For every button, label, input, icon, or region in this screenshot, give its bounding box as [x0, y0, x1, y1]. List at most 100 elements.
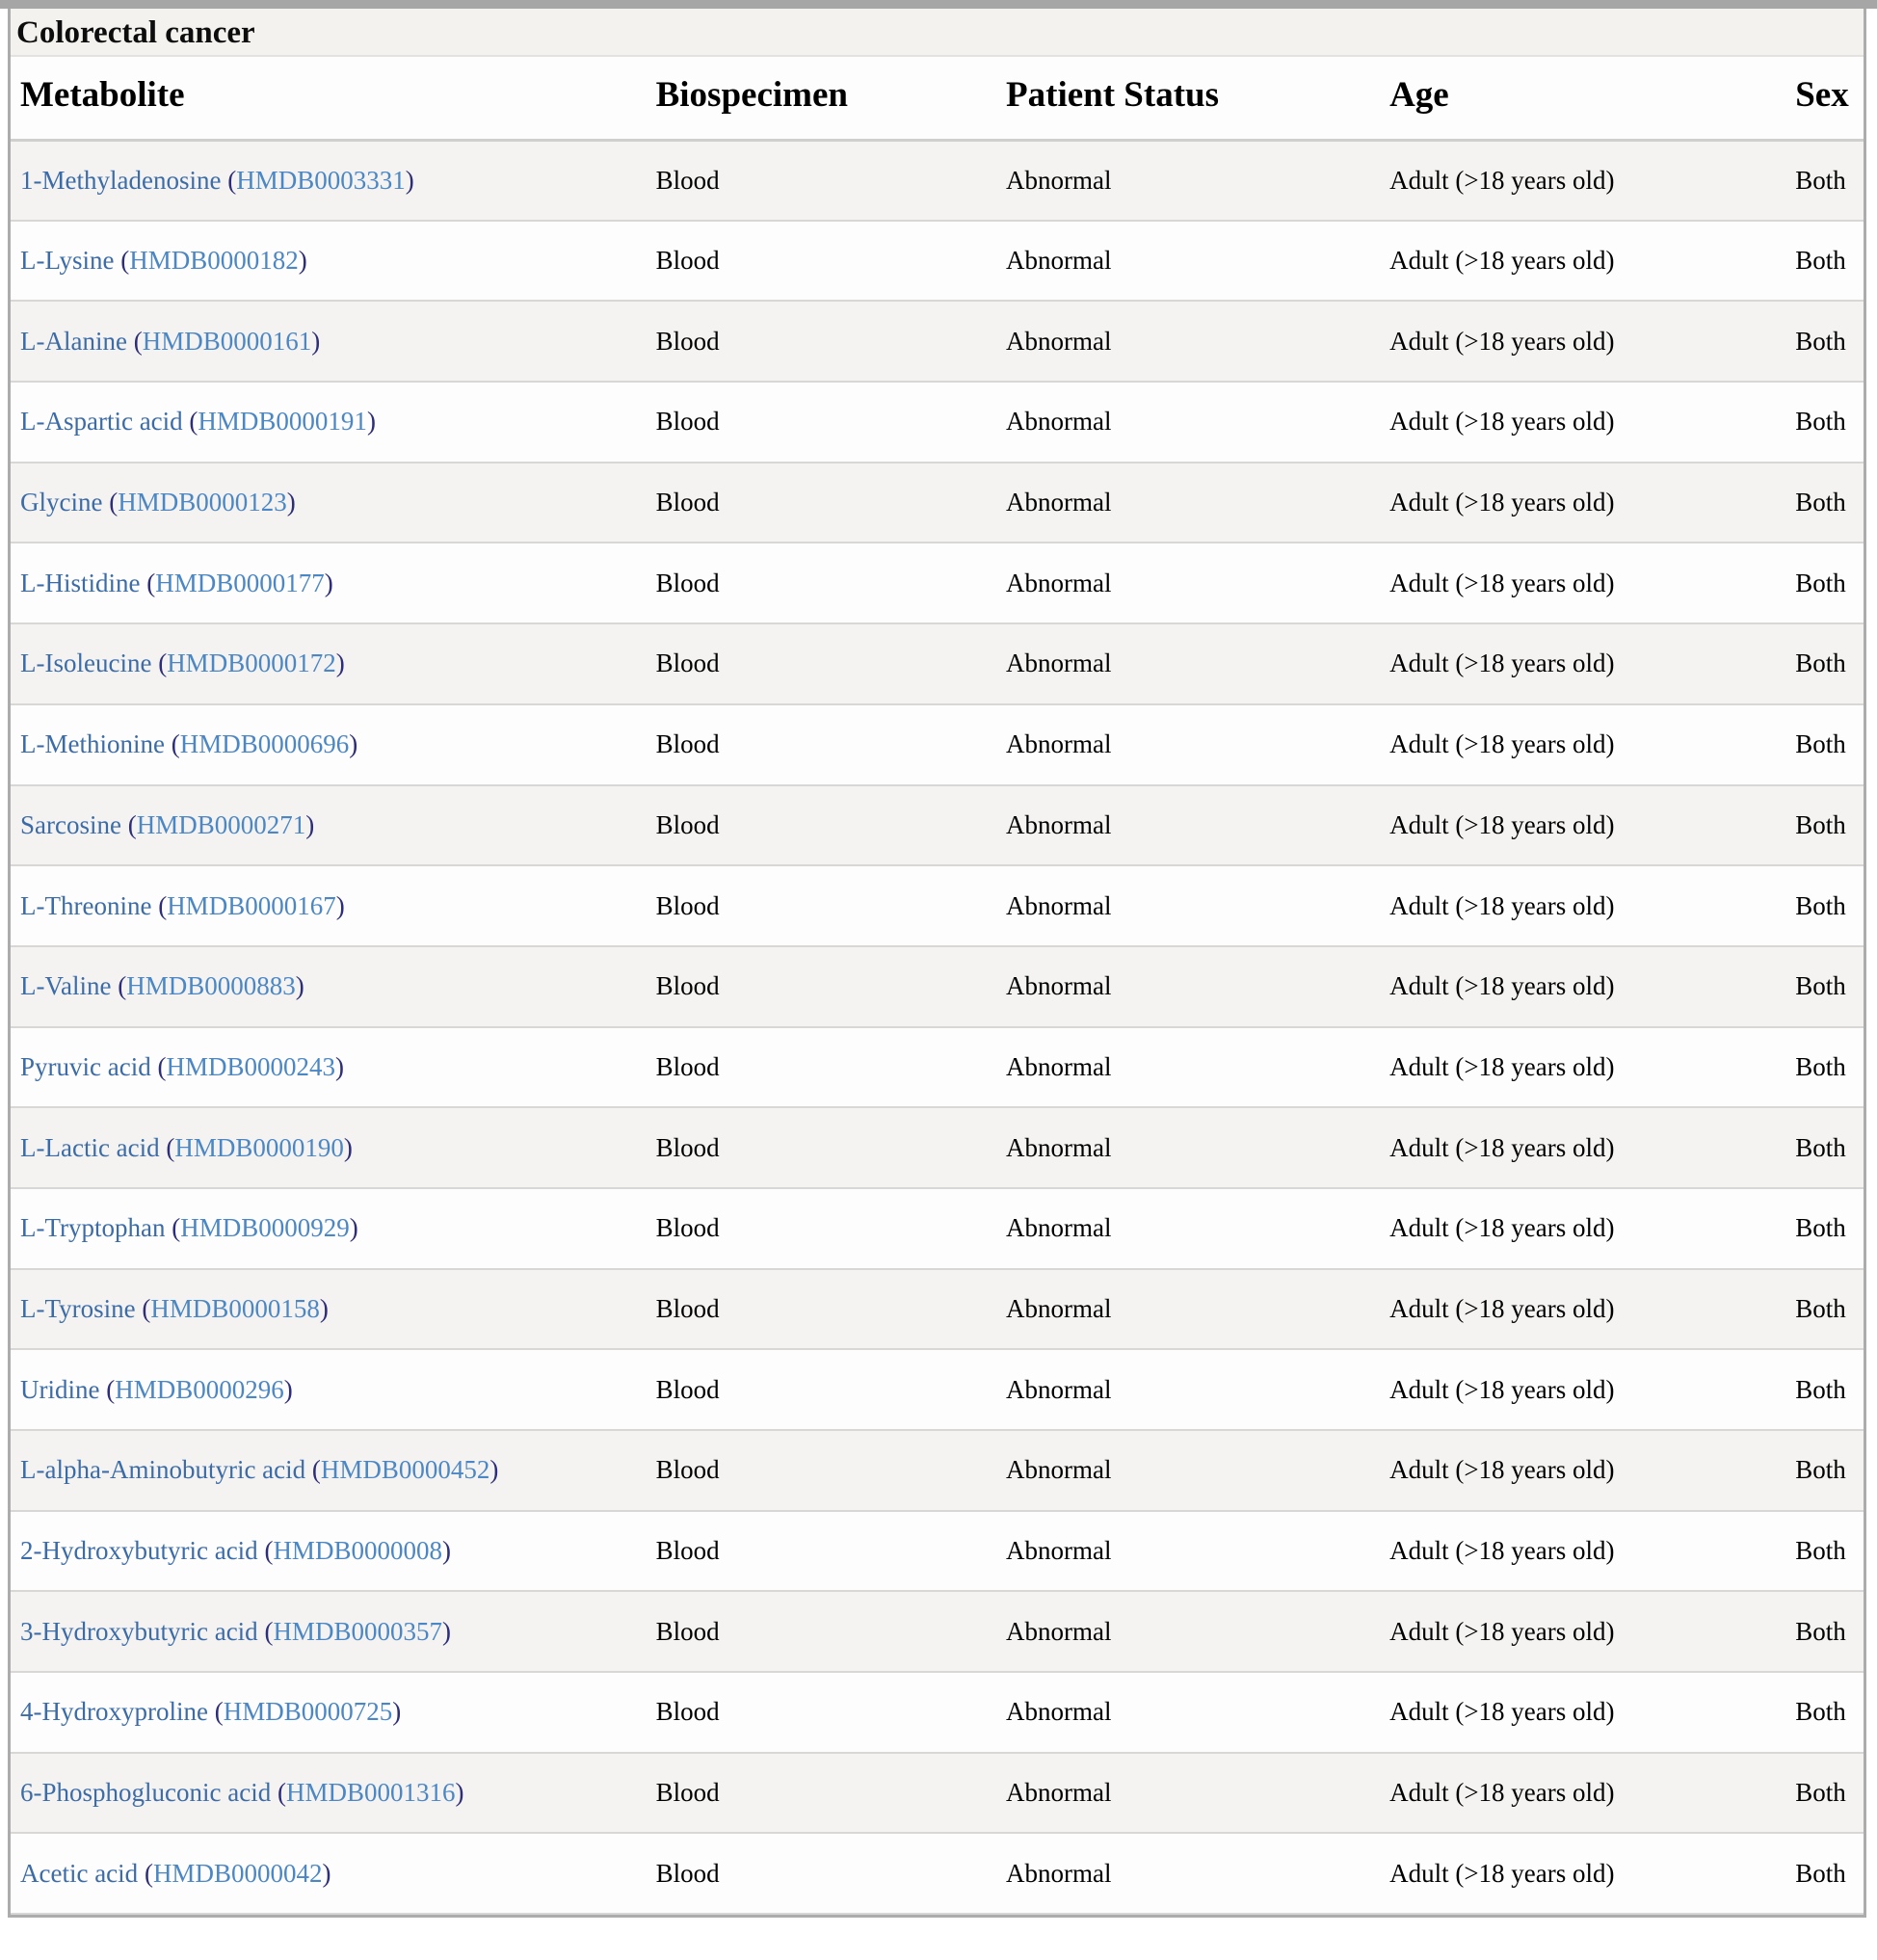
- metabolite-link[interactable]: L-Valine: [20, 971, 111, 1000]
- metabolite-link[interactable]: 1-Methyladenosine: [20, 166, 221, 195]
- metabolite-link[interactable]: L-Tryptophan: [20, 1213, 166, 1242]
- metabolite-link[interactable]: L-Lactic acid: [20, 1133, 160, 1162]
- sex-cell: Both: [1785, 785, 1864, 866]
- metabolite-link[interactable]: Sarcosine: [20, 810, 121, 839]
- metabolites-table: Metabolite Biospecimen Patient Status Ag…: [11, 57, 1864, 1915]
- table-row: Uridine (HMDB0000296) Blood Abnormal Adu…: [11, 1349, 1864, 1430]
- metabolite-link[interactable]: L-Methionine: [20, 729, 165, 758]
- metabolite-link[interactable]: L-Threonine: [20, 891, 151, 920]
- metabolite-cell: L-Tryptophan (HMDB0000929): [11, 1188, 647, 1269]
- hmdb-accession-link[interactable]: HMDB0000929: [180, 1213, 350, 1242]
- hmdb-accession-link[interactable]: HMDB0000191: [198, 407, 367, 436]
- metabolite-link[interactable]: L-alpha-Aminobutyric acid: [20, 1455, 305, 1484]
- sex-cell: Both: [1785, 1027, 1864, 1108]
- biospecimen-cell: Blood: [647, 1188, 996, 1269]
- hmdb-accession-link[interactable]: HMDB0000167: [167, 891, 336, 920]
- biospecimen-cell: Blood: [647, 543, 996, 623]
- metabolite-cell: Acetic acid (HMDB0000042): [11, 1833, 647, 1914]
- metabolite-link[interactable]: 4-Hydroxyproline: [20, 1697, 208, 1726]
- metabolite-cell: L-Lactic acid (HMDB0000190): [11, 1107, 647, 1188]
- paren-close: ): [305, 810, 314, 839]
- hmdb-accession-link[interactable]: HMDB0000190: [174, 1133, 344, 1162]
- hmdb-accession-link[interactable]: HMDB0000696: [180, 729, 350, 758]
- age-cell: Adult (>18 years old): [1380, 1833, 1785, 1914]
- patient-status-cell: Abnormal: [996, 1430, 1380, 1511]
- hmdb-accession-link[interactable]: HMDB0000172: [167, 649, 336, 677]
- hmdb-accession-link[interactable]: HMDB0000161: [143, 327, 312, 356]
- hmdb-accession-link[interactable]: HMDB0000042: [153, 1859, 323, 1888]
- top-border-strip: [0, 0, 1877, 9]
- paren-close: ): [322, 1859, 330, 1888]
- metabolite-link[interactable]: Glycine: [20, 488, 102, 516]
- biospecimen-cell: Blood: [647, 785, 996, 866]
- paren-close: ): [350, 1213, 358, 1242]
- age-cell: Adult (>18 years old): [1380, 946, 1785, 1027]
- hmdb-accession-link[interactable]: HMDB0000271: [137, 810, 306, 839]
- hmdb-accession-link[interactable]: HMDB0000177: [155, 569, 325, 597]
- patient-status-cell: Abnormal: [996, 543, 1380, 623]
- metabolite-cell: L-Valine (HMDB0000883): [11, 946, 647, 1027]
- hmdb-accession-link[interactable]: HMDB0000883: [126, 971, 296, 1000]
- metabolite-link[interactable]: Acetic acid: [20, 1859, 138, 1888]
- paren-close: ): [325, 569, 333, 597]
- metabolite-cell: 1-Methyladenosine (HMDB0003331): [11, 140, 647, 221]
- age-cell: Adult (>18 years old): [1380, 382, 1785, 463]
- metabolite-link[interactable]: 3-Hydroxybutyric acid: [20, 1617, 258, 1646]
- hmdb-accession-link[interactable]: HMDB0001316: [286, 1778, 456, 1807]
- biospecimen-cell: Blood: [647, 1753, 996, 1834]
- paren-close: ): [344, 1133, 353, 1162]
- metabolite-link[interactable]: L-Histidine: [20, 569, 140, 597]
- metabolite-link[interactable]: L-Aspartic acid: [20, 407, 183, 436]
- sex-cell: Both: [1785, 382, 1864, 463]
- biospecimen-cell: Blood: [647, 865, 996, 946]
- hmdb-accession-link[interactable]: HMDB0003331: [236, 166, 406, 195]
- metabolite-link[interactable]: L-Alanine: [20, 327, 127, 356]
- metabolite-cell: 2-Hydroxybutyric acid (HMDB0000008): [11, 1511, 647, 1592]
- metabolite-link[interactable]: Pyruvic acid: [20, 1052, 151, 1081]
- age-cell: Adult (>18 years old): [1380, 1672, 1785, 1753]
- metabolite-link[interactable]: L-Tyrosine: [20, 1294, 136, 1323]
- hmdb-accession-link[interactable]: HMDB0000725: [224, 1697, 393, 1726]
- hmdb-accession-link[interactable]: HMDB0000182: [129, 246, 299, 275]
- hmdb-accession-link[interactable]: HMDB0000158: [150, 1294, 320, 1323]
- table-row: L-Tyrosine (HMDB0000158) Blood Abnormal …: [11, 1269, 1864, 1350]
- metabolite-cell: Sarcosine (HMDB0000271): [11, 785, 647, 866]
- hmdb-accession-link[interactable]: HMDB0000296: [115, 1375, 284, 1404]
- hmdb-accession-link[interactable]: HMDB0000357: [273, 1617, 442, 1646]
- hmdb-accession-link[interactable]: HMDB0000008: [273, 1536, 442, 1565]
- metabolite-link[interactable]: L-Isoleucine: [20, 649, 151, 677]
- hmdb-accession-link[interactable]: HMDB0000123: [118, 488, 287, 516]
- biospecimen-cell: Blood: [647, 1672, 996, 1753]
- disease-metabolites-table: Colorectal cancer Metabolite Biospecimen…: [8, 9, 1866, 1918]
- table-row: L-Threonine (HMDB0000167) Blood Abnormal…: [11, 865, 1864, 946]
- biospecimen-cell: Blood: [647, 1833, 996, 1914]
- patient-status-cell: Abnormal: [996, 785, 1380, 866]
- metabolite-cell: L-Threonine (HMDB0000167): [11, 865, 647, 946]
- table-row: L-alpha-Aminobutyric acid (HMDB0000452) …: [11, 1430, 1864, 1511]
- metabolite-link[interactable]: Uridine: [20, 1375, 99, 1404]
- table-row: L-Histidine (HMDB0000177) Blood Abnormal…: [11, 543, 1864, 623]
- hmdb-accession-link[interactable]: HMDB0000452: [321, 1455, 490, 1484]
- paren-close: ): [320, 1294, 329, 1323]
- paren-close: ): [287, 488, 296, 516]
- sex-cell: Both: [1785, 543, 1864, 623]
- paren-open: (: [109, 488, 118, 516]
- metabolite-link[interactable]: 2-Hydroxybutyric acid: [20, 1536, 258, 1565]
- sex-cell: Both: [1785, 463, 1864, 543]
- column-header-biospecimen: Biospecimen: [647, 57, 996, 140]
- metabolite-link[interactable]: 6-Phosphogluconic acid: [20, 1778, 271, 1807]
- biospecimen-cell: Blood: [647, 946, 996, 1027]
- paren-open: (: [128, 810, 137, 839]
- patient-status-cell: Abnormal: [996, 1753, 1380, 1834]
- age-cell: Adult (>18 years old): [1380, 221, 1785, 302]
- sex-cell: Both: [1785, 1511, 1864, 1592]
- patient-status-cell: Abnormal: [996, 221, 1380, 302]
- table-row: 4-Hydroxyproline (HMDB0000725) Blood Abn…: [11, 1672, 1864, 1753]
- biospecimen-cell: Blood: [647, 1269, 996, 1350]
- metabolite-link[interactable]: L-Lysine: [20, 246, 114, 275]
- age-cell: Adult (>18 years old): [1380, 543, 1785, 623]
- table-row: 3-Hydroxybutyric acid (HMDB0000357) Bloo…: [11, 1591, 1864, 1672]
- sex-cell: Both: [1785, 1430, 1864, 1511]
- metabolite-cell: L-Aspartic acid (HMDB0000191): [11, 382, 647, 463]
- hmdb-accession-link[interactable]: HMDB0000243: [166, 1052, 335, 1081]
